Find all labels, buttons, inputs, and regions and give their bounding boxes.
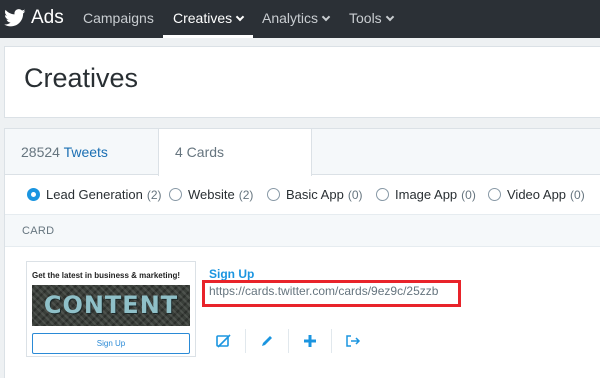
chevron-down-icon — [385, 12, 394, 22]
tab-tweets[interactable]: 28524 Tweets — [21, 129, 108, 175]
action-divider — [331, 329, 332, 353]
radio-selected-icon[interactable] — [27, 188, 40, 201]
table-header: CARD — [5, 215, 600, 247]
nav-tools[interactable]: Tools — [349, 0, 394, 38]
top-nav: Ads Campaigns Creatives Analytics Tools — [0, 0, 600, 38]
page-title: Creatives — [24, 63, 139, 93]
edit-icon[interactable] — [252, 329, 282, 353]
preview-headline: Get the latest in business & marketing! — [32, 271, 181, 280]
tab-cards[interactable]: 4 Cards — [158, 129, 312, 176]
nav-campaigns[interactable]: Campaigns — [83, 0, 154, 38]
filter-count: (2) — [238, 187, 254, 202]
tweets-count: 28524 — [21, 144, 60, 160]
filter-label: Image App — [395, 187, 458, 202]
tab-bar: 28524 Tweets 4 Cards — [5, 129, 600, 176]
nav-analytics[interactable]: Analytics — [262, 0, 331, 38]
nav-analytics-label: Analytics — [262, 10, 319, 26]
action-divider — [288, 329, 289, 353]
no-tweet-icon[interactable] — [209, 329, 239, 353]
nav-campaigns-label: Campaigns — [83, 10, 154, 26]
share-icon[interactable] — [338, 329, 368, 353]
column-header-card: CARD — [22, 225, 55, 237]
brand-label: Ads — [31, 7, 64, 28]
nav-creatives-label: Creatives — [173, 10, 233, 26]
filter-basic-app[interactable]: Basic App (0) — [267, 187, 363, 202]
filter-label: Website — [188, 187, 235, 202]
filter-lead-generation[interactable]: Lead Generation (2) — [27, 187, 162, 202]
page-header: Creatives — [4, 46, 600, 118]
radio-icon[interactable] — [169, 188, 182, 201]
card-preview[interactable]: Get the latest in business & marketing! … — [26, 261, 196, 357]
filter-count: (0) — [347, 187, 363, 202]
filter-count: (2) — [146, 187, 162, 202]
creatives-panel: 28524 Tweets 4 Cards Lead Generation (2)… — [4, 128, 600, 378]
filter-label: Basic App — [286, 187, 344, 202]
filter-video-app[interactable]: Video App (0) — [488, 187, 585, 202]
chevron-down-icon — [235, 12, 245, 22]
card-type-filters: Lead Generation (2) Website (2) Basic Ap… — [5, 175, 600, 215]
radio-icon[interactable] — [488, 188, 501, 201]
radio-icon[interactable] — [376, 188, 389, 201]
filter-image-app[interactable]: Image App (0) — [376, 187, 476, 202]
chevron-down-icon — [321, 12, 331, 22]
action-divider — [245, 329, 246, 353]
preview-signup-button: Sign Up — [32, 333, 190, 354]
preview-image: CONTENT — [32, 285, 190, 326]
url-highlight-box — [202, 280, 461, 307]
add-icon[interactable] — [295, 329, 325, 353]
card-title-link[interactable]: Sign Up — [209, 267, 254, 281]
card-actions — [209, 329, 368, 353]
cards-label: 4 Cards — [175, 144, 225, 160]
brand[interactable]: Ads — [4, 5, 64, 31]
filter-label: Video App — [507, 187, 567, 202]
radio-icon[interactable] — [267, 188, 280, 201]
preview-image-word: CONTENT — [43, 291, 179, 319]
filter-website[interactable]: Website (2) — [169, 187, 253, 202]
nav-tools-label: Tools — [349, 10, 382, 26]
filter-count: (0) — [461, 187, 476, 202]
tweets-label: Tweets — [63, 144, 108, 160]
twitter-bird-icon — [4, 9, 26, 27]
nav-creatives[interactable]: Creatives — [163, 0, 254, 38]
filter-count: (0) — [570, 187, 585, 202]
filter-label: Lead Generation — [46, 187, 143, 202]
